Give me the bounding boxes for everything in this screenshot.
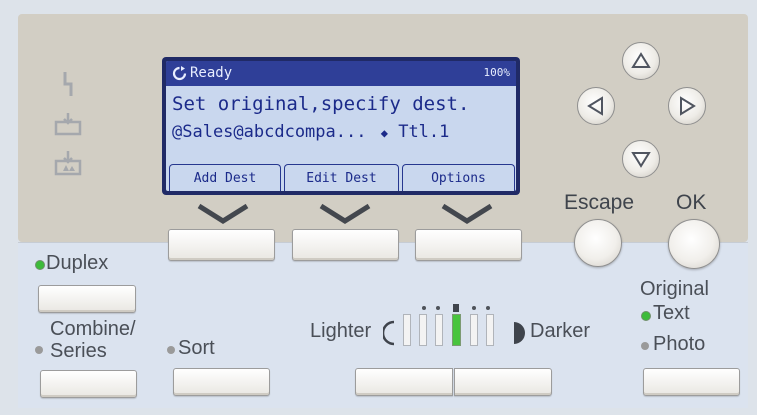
darker-button[interactable] — [454, 368, 552, 396]
series-label: Series — [50, 340, 107, 362]
density-bar-active — [452, 314, 461, 346]
arrow-right-icon — [680, 96, 696, 116]
add-toner-icon — [54, 151, 82, 176]
arrow-up-icon — [631, 52, 651, 68]
lighter-button[interactable] — [355, 368, 453, 396]
paper-tray-icon — [54, 113, 82, 136]
text-mode-label: Text — [653, 302, 690, 324]
up-arrow-button[interactable] — [622, 42, 660, 80]
duplex-button[interactable] — [38, 285, 136, 313]
density-dot — [472, 306, 476, 310]
chevron-down-icon — [319, 203, 371, 224]
chevron-down-icon — [197, 203, 249, 224]
lcd-display: Ready 100% Set original,specify dest. @S… — [162, 57, 520, 195]
density-dot-center — [453, 304, 459, 312]
down-arrow-button[interactable] — [622, 140, 660, 178]
right-arrow-button[interactable] — [668, 87, 706, 125]
density-bar — [435, 314, 443, 346]
sort-label: Sort — [178, 337, 215, 359]
lcd-screen: Ready 100% Set original,specify dest. @S… — [166, 61, 516, 191]
lighter-half-circle-icon — [383, 320, 395, 346]
combine-indicator — [35, 346, 43, 354]
chevron-down-icon — [441, 203, 493, 224]
escape-label: Escape — [564, 191, 635, 214]
density-dot — [436, 306, 440, 310]
duplex-label: Duplex — [46, 252, 109, 274]
ok-label: OK — [676, 191, 707, 214]
duplex-indicator — [35, 260, 45, 270]
lcd-status-label: Ready — [190, 65, 233, 81]
escape-button[interactable] — [574, 219, 622, 267]
photo-mode-label: Photo — [653, 333, 706, 355]
density-bar — [470, 314, 478, 346]
darker-half-circle-icon — [514, 322, 525, 344]
selection-key-3[interactable] — [415, 229, 522, 261]
combine-series-button[interactable] — [40, 370, 137, 398]
combine-label: Combine/ — [50, 318, 136, 340]
density-bar — [403, 314, 411, 346]
density-level-indicator — [402, 300, 510, 348]
softkey-edit-dest[interactable]: Edit Dest — [284, 164, 399, 191]
ok-button[interactable] — [668, 219, 720, 269]
sort-indicator — [167, 346, 175, 354]
destination-text: @Sales@abcdcompa... — [172, 122, 367, 142]
selection-key-1[interactable] — [168, 229, 275, 261]
lcd-percent: 100% — [483, 66, 511, 79]
total-count: Ttl.1 — [398, 122, 450, 142]
operation-panel: Ready 100% Set original,specify dest. @S… — [0, 0, 757, 415]
density-bar — [419, 314, 427, 346]
lcd-status-bar: Ready 100% — [166, 61, 516, 86]
photo-indicator — [641, 342, 649, 350]
density-bar — [486, 314, 494, 346]
arrow-left-icon — [587, 96, 603, 116]
original-type-button[interactable] — [643, 368, 740, 396]
arrow-down-icon — [631, 152, 651, 168]
lcd-line-2: @Sales@abcdcompa... ◆ Ttl.1 — [172, 122, 449, 142]
lcd-line-1: Set original,specify dest. — [172, 93, 470, 115]
density-dot — [486, 306, 490, 310]
lighter-label: Lighter — [310, 320, 372, 342]
sort-button[interactable] — [173, 368, 270, 396]
softkey-options[interactable]: Options — [402, 164, 515, 191]
darker-label: Darker — [530, 320, 591, 342]
text-indicator — [641, 311, 651, 321]
error-indicator-icon — [63, 72, 73, 96]
softkey-add-dest[interactable]: Add Dest — [169, 164, 281, 191]
density-dot — [422, 306, 426, 310]
left-arrow-button[interactable] — [577, 87, 615, 125]
selection-key-2[interactable] — [292, 229, 399, 261]
scroll-updown-icon: ◆ — [380, 126, 388, 140]
ready-status-icon — [172, 66, 187, 81]
original-label: Original — [640, 278, 709, 300]
